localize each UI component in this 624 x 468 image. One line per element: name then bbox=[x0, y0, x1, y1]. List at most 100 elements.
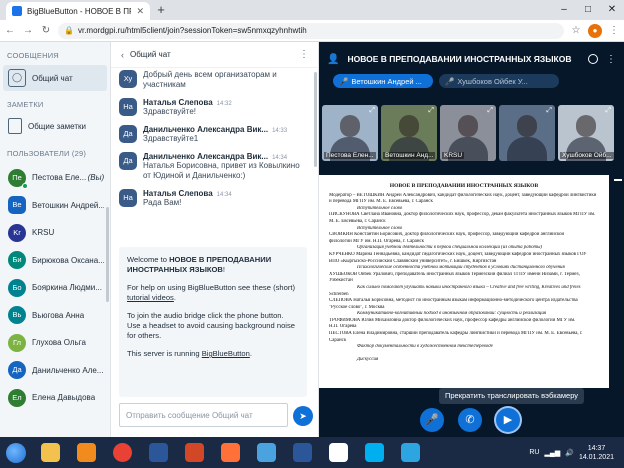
menu-dots-icon[interactable]: ⋮ bbox=[608, 25, 620, 36]
webcam-button[interactable]: ▶ bbox=[496, 408, 520, 432]
user-list-item[interactable]: Ве Ветошкин Андрей... bbox=[0, 192, 104, 220]
messages-header: СООБЩЕНИЯ bbox=[7, 51, 59, 60]
more-options-icon[interactable]: ⋮ bbox=[299, 49, 309, 60]
message-sender: Данильченко Александра Вик... 14:34 bbox=[143, 152, 300, 161]
user-list-toggle-icon[interactable]: 👤 bbox=[327, 54, 339, 65]
yandex-icon bbox=[328, 443, 348, 462]
user-name: Бирюкова Оксана... bbox=[32, 255, 104, 265]
close-window-icon[interactable]: ✕ bbox=[600, 0, 624, 20]
user-name: Бояркина Людми... bbox=[32, 283, 102, 293]
user-list-item[interactable]: Да Данильченко Але... bbox=[0, 357, 104, 385]
phone-button[interactable]: ✆ bbox=[458, 408, 482, 432]
more-options-icon[interactable]: ⋮ bbox=[606, 54, 616, 65]
skype-taskbar-button[interactable] bbox=[356, 439, 392, 466]
tutorial-videos-link[interactable]: tutorial videos bbox=[127, 293, 174, 302]
user-list-item[interactable]: Пе Пестова Еле... (Вы) bbox=[0, 164, 104, 192]
fullscreen-icon[interactable]: ⤢ bbox=[428, 107, 434, 115]
language-indicator[interactable]: RU bbox=[529, 449, 539, 456]
shared-notes-item[interactable]: Общие заметки bbox=[0, 118, 86, 134]
telegram-taskbar-button[interactable] bbox=[392, 439, 428, 466]
welcome-message: Welcome to НОВОЕ В ПРЕПОДАВАНИИ ИНОСТРАН… bbox=[119, 247, 307, 397]
fullscreen-icon[interactable]: ⤢ bbox=[546, 107, 552, 115]
slide-line: СЛЕПОВА Наталья Борисовна, методист по и… bbox=[329, 298, 578, 304]
slide-line: и перевода МГПУ им. М. Е. Евсевьева, г. … bbox=[329, 199, 433, 205]
user-list-item[interactable]: Гл Глухова Ольга bbox=[0, 329, 104, 357]
chrome-taskbar-button[interactable] bbox=[104, 439, 140, 466]
clock[interactable]: 14:37 14.01.2021 bbox=[579, 444, 614, 462]
message-sender: Данильченко Александра Вик... 14:33 bbox=[143, 125, 287, 134]
webcam-tile[interactable]: ⤢ KRSU bbox=[440, 105, 496, 161]
message-text: Рада Вам! bbox=[143, 198, 182, 207]
user-list-item[interactable]: Би Бирюкова Оксана... bbox=[0, 247, 104, 275]
user-list-item[interactable]: Вь Вьюгова Анна bbox=[0, 302, 104, 330]
minimize-icon[interactable]: – bbox=[552, 0, 576, 20]
slide-line: Организация учебной деятельности в перво… bbox=[357, 245, 543, 251]
meeting-header: 👤 НОВОЕ В ПРЕПОДАВАНИИ ИНОСТРАННЫХ ЯЗЫКО… bbox=[319, 42, 624, 76]
fullscreen-icon[interactable]: ⤢ bbox=[605, 107, 611, 115]
user-list-item[interactable]: Бо Бояркина Людми... bbox=[0, 274, 104, 302]
powerpoint-taskbar-button[interactable] bbox=[176, 439, 212, 466]
fullscreen-icon[interactable]: ⤢ bbox=[487, 107, 493, 115]
word-doc-taskbar-button[interactable] bbox=[284, 439, 320, 466]
webcam-tile[interactable]: ⤢ Ветошкин Анд... bbox=[381, 105, 437, 161]
slide-line: Фактор документальности в художественном… bbox=[357, 344, 493, 350]
slide-line: Как сильно помогают улучшать навыки инос… bbox=[357, 284, 581, 290]
profile-icon[interactable]: ● bbox=[588, 23, 602, 38]
star-icon[interactable]: ☆ bbox=[570, 25, 582, 36]
slide-line: Саранск bbox=[329, 337, 347, 343]
close-tab-icon[interactable]: ✕ bbox=[136, 6, 144, 17]
chat-scrollbar[interactable] bbox=[314, 72, 317, 167]
chat-message-input[interactable]: Отправить сообщение Общий чат bbox=[119, 403, 288, 427]
volume-icon[interactable]: 🔊 bbox=[565, 449, 574, 457]
fullscreen-icon[interactable]: ⤢ bbox=[369, 107, 375, 115]
minimize-presentation-icon[interactable] bbox=[613, 179, 622, 181]
sender-name: Наталья Слепова bbox=[143, 189, 213, 198]
browser-tab[interactable]: BigBlueButton - НОВОЕ В ПРЕ ✕ bbox=[6, 2, 150, 20]
media-player-icon bbox=[76, 443, 96, 462]
chat-panel: ‹ Общий чат ⋮ Ху Добрый день всем организ… bbox=[111, 42, 319, 437]
users-header: ПОЛЬЗОВАТЕЛИ (29) bbox=[7, 149, 87, 158]
word-taskbar-button[interactable] bbox=[140, 439, 176, 466]
user-list-item[interactable]: Kr KRSU bbox=[0, 219, 104, 247]
chevron-left-icon[interactable]: ‹ bbox=[121, 50, 124, 60]
participant-silhouette bbox=[399, 115, 419, 137]
address-bar[interactable]: 🔒 vr.mordgpi.ru/html5client/join?session… bbox=[58, 22, 564, 39]
slide-body: Модератор – ВЕТОШКИН Андрей Александрови… bbox=[329, 193, 599, 364]
window-controls: – □ ✕ bbox=[552, 0, 624, 20]
slide-line: ХУШБОКОВ Ойбек Уралович, преподаватель и… bbox=[329, 271, 580, 277]
forward-icon[interactable]: → bbox=[22, 25, 34, 36]
shared-notes-label: Общие заметки bbox=[28, 121, 86, 131]
microphone-button[interactable]: 🎤 bbox=[420, 408, 444, 432]
firefox-taskbar-button[interactable] bbox=[212, 439, 248, 466]
user-list-scrollbar[interactable] bbox=[106, 207, 109, 302]
new-tab-button[interactable]: + bbox=[154, 3, 168, 17]
network-icon[interactable]: ▂▄▆ bbox=[545, 449, 561, 457]
reload-icon[interactable]: ↻ bbox=[40, 25, 52, 36]
maximize-icon[interactable]: □ bbox=[576, 0, 600, 20]
presenter-tag[interactable]: 🎤 Ветошкин Андрей ... bbox=[333, 74, 433, 88]
yandex-taskbar-button[interactable] bbox=[320, 439, 356, 466]
start-button[interactable] bbox=[0, 437, 32, 468]
slide-line: Н.П. Огарева bbox=[329, 324, 357, 330]
message-text: Здравствуйте1 bbox=[143, 134, 199, 143]
photos-taskbar-button[interactable] bbox=[248, 439, 284, 466]
webcam-tile[interactable]: ⤢ bbox=[499, 105, 555, 161]
browser-tab-bar: BigBlueButton - НОВОЕ В ПРЕ ✕ + – □ ✕ bbox=[0, 0, 624, 20]
send-button[interactable]: ➤ bbox=[293, 406, 313, 426]
webcam-tile[interactable]: ⤢ Пестова Елен... bbox=[322, 105, 378, 161]
talker-tag[interactable]: 🎤 Хушбоков Ойбек У... bbox=[439, 74, 559, 88]
bigbluebutton-link[interactable]: BigBlueButton bbox=[202, 349, 250, 358]
webcam-tile[interactable]: ⤢ Хушбоков Ойб... bbox=[558, 105, 614, 161]
recording-icon[interactable] bbox=[588, 54, 598, 64]
media-player-taskbar-button[interactable] bbox=[68, 439, 104, 466]
user-list-item[interactable]: Ел Елена Давыдова bbox=[0, 384, 104, 412]
server-prefix: This server is running bbox=[127, 349, 202, 358]
user-name: Елена Давыдова bbox=[32, 393, 96, 403]
chat-title: Общий чат bbox=[130, 50, 171, 59]
presenter-tag-name: Ветошкин Андрей ... bbox=[351, 76, 422, 86]
explorer-taskbar-button[interactable] bbox=[32, 439, 68, 466]
message-body: Добрый день всем организаторам и участник… bbox=[143, 70, 277, 90]
public-chat-item[interactable]: ◯ Общий чат bbox=[3, 65, 107, 91]
user-avatar: Ел bbox=[8, 388, 26, 407]
back-icon[interactable]: ← bbox=[4, 25, 16, 36]
